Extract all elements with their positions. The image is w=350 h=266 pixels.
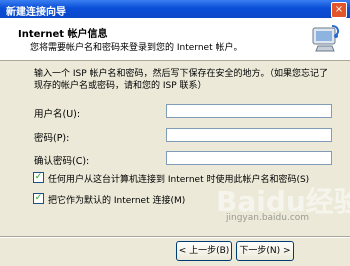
next-button[interactable]: 下一步(N) >	[236, 241, 294, 261]
password-label: 密码(P):	[34, 133, 70, 144]
confirm-password-label: 确认密码(C):	[34, 156, 90, 167]
any-user-checkbox[interactable]: ✓	[33, 172, 44, 183]
intro-text: 输入一个 ISP 帐户名和密码，然后写下保存在安全的地方。（如果您忘记了现存的帐…	[34, 69, 329, 91]
username-field[interactable]	[166, 104, 332, 118]
default-connection-checkbox-label[interactable]: 把它作为默认的 Internet 连接(M)	[48, 193, 185, 206]
confirm-password-field[interactable]	[166, 151, 332, 165]
watermark-url: jingyan.baidu.com	[226, 213, 310, 223]
window-title: 新建连接向导	[6, 7, 66, 18]
header-title: Internet 帐户信息	[18, 29, 108, 40]
button-separator	[0, 236, 350, 238]
new-connection-wizard-window: 新建连接向导 × Internet 帐户信息 您将需要帐户名和密码来登录到您的 …	[0, 0, 350, 266]
dialup-connection-icon	[312, 25, 340, 52]
default-connection-checkbox[interactable]: ✓	[33, 193, 44, 204]
wizard-header: Internet 帐户信息 您将需要帐户名和密码来登录到您的 Internet …	[0, 18, 350, 61]
title-bar[interactable]: 新建连接向导 ×	[0, 0, 350, 18]
back-button[interactable]: < 上一步(B)	[176, 241, 232, 261]
password-field[interactable]	[166, 128, 332, 142]
username-label: 用户名(U):	[34, 109, 81, 120]
close-button[interactable]: ×	[331, 2, 347, 18]
header-subtitle: 您将需要帐户名和密码来登录到您的 Internet 帐户。	[30, 43, 243, 53]
